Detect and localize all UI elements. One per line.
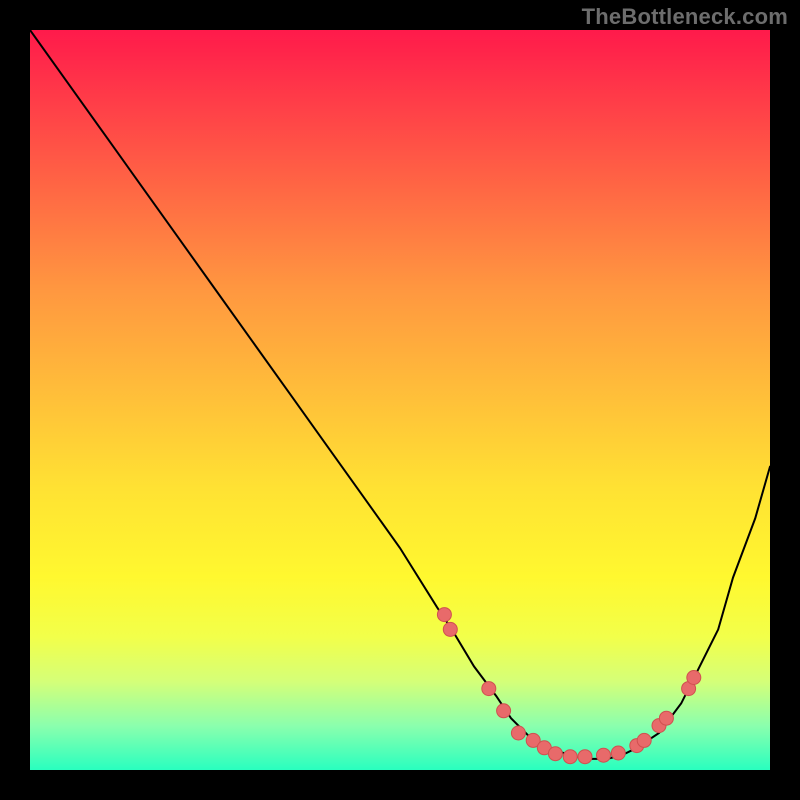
data-marker	[443, 622, 457, 636]
data-marker	[637, 733, 651, 747]
data-marker	[497, 704, 511, 718]
data-marker	[563, 750, 577, 764]
bottleneck-curve	[30, 30, 770, 759]
data-marker	[548, 747, 562, 761]
data-marker	[597, 748, 611, 762]
watermark-text: TheBottleneck.com	[582, 4, 788, 30]
chart-svg	[30, 30, 770, 770]
data-marker	[437, 608, 451, 622]
data-marker	[511, 726, 525, 740]
data-marker	[578, 750, 592, 764]
chart-frame: TheBottleneck.com	[0, 0, 800, 800]
chart-plot-area	[30, 30, 770, 770]
data-marker	[611, 746, 625, 760]
marker-group	[437, 608, 700, 764]
data-marker	[687, 671, 701, 685]
data-marker	[482, 682, 496, 696]
data-marker	[659, 711, 673, 725]
